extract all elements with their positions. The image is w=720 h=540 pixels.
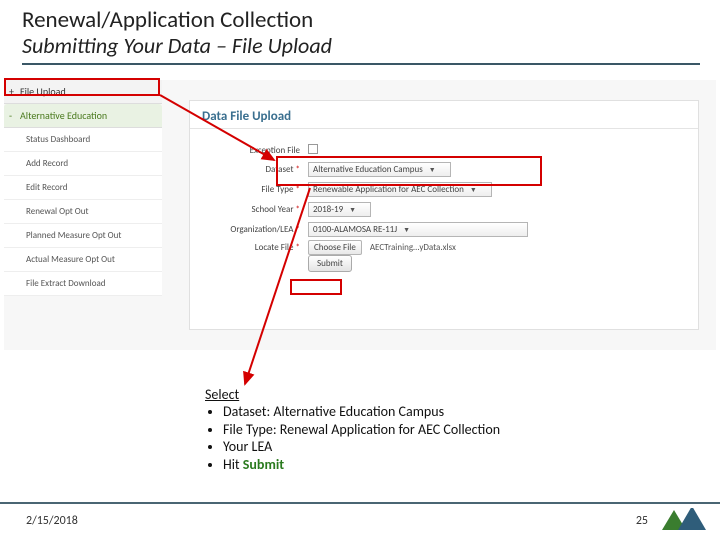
title-main: Renewal/Application Collection xyxy=(22,6,700,34)
instructions-heading: Select xyxy=(205,386,500,403)
sidebar-item-alternative-education[interactable]: Alternative Education xyxy=(4,104,162,128)
dataset-select[interactable]: Alternative Education Campus xyxy=(308,162,451,177)
panel-title: Data File Upload xyxy=(190,101,698,129)
exception-file-checkbox[interactable] xyxy=(308,144,318,154)
instruction-item: Your LEA xyxy=(223,438,500,456)
instruction-item: Dataset: Alternative Education Campus xyxy=(223,403,500,421)
instructions-list: Dataset: Alternative Education Campus Fi… xyxy=(223,403,500,473)
footer-page-number: 25 xyxy=(636,514,648,528)
file-type-select[interactable]: Renewable Application for AEC Collection xyxy=(308,182,492,197)
sidebar-sub-planned-measure-opt-out[interactable]: Planned Measure Opt Out xyxy=(4,224,162,248)
organization-lea-select[interactable]: 0100-ALAMOSA RE-11J xyxy=(308,222,528,237)
title-block: Renewal/Application Collection Submittin… xyxy=(22,6,700,65)
sidebar-sub-status-dashboard[interactable]: Status Dashboard xyxy=(4,128,162,152)
colorado-logo-icon xyxy=(658,502,708,534)
sidebar-sub-actual-measure-opt-out[interactable]: Actual Measure Opt Out xyxy=(4,248,162,272)
instruction-item: Hit Submit xyxy=(223,456,500,474)
submit-button[interactable]: Submit xyxy=(308,255,352,272)
instructions-block: Select Dataset: Alternative Education Ca… xyxy=(205,386,500,473)
submit-word: Submit xyxy=(243,456,284,473)
panel-body: Exception File Dataset * Alternative Edu… xyxy=(190,129,698,284)
sidebar-item-file-upload[interactable]: File Upload xyxy=(4,80,162,104)
sidebar-sub-edit-record[interactable]: Edit Record xyxy=(4,176,162,200)
app-screenshot: File Upload Alternative Education Status… xyxy=(4,80,716,350)
school-year-select[interactable]: 2018-19 xyxy=(308,202,371,217)
sidebar-sub-add-record[interactable]: Add Record xyxy=(4,152,162,176)
sidebar-sub-file-extract-download[interactable]: File Extract Download xyxy=(4,272,162,296)
sidebar-sub-renewal-opt-out[interactable]: Renewal Opt Out xyxy=(4,200,162,224)
footer-date: 2/15/2018 xyxy=(26,514,78,528)
title-sub: Submitting Your Data – File Upload xyxy=(22,32,700,59)
label-organization-lea: Organization/LEA * xyxy=(212,224,308,235)
sidebar: File Upload Alternative Education Status… xyxy=(4,80,162,296)
label-locate-file: Locate File * xyxy=(212,242,308,253)
footer-divider xyxy=(0,502,720,504)
label-school-year: School Year * xyxy=(212,204,308,215)
title-rule xyxy=(22,63,700,65)
label-exception-file: Exception File xyxy=(212,145,308,156)
choose-file-button[interactable]: Choose File xyxy=(308,240,362,255)
upload-panel: Data File Upload Exception File Dataset … xyxy=(189,100,699,330)
label-file-type: File Type * xyxy=(212,184,308,195)
instruction-item: File Type: Renewal Application for AEC C… xyxy=(223,421,500,439)
chosen-filename: AECTraining…yData.xlsx xyxy=(370,242,456,253)
label-dataset: Dataset * xyxy=(212,164,308,175)
